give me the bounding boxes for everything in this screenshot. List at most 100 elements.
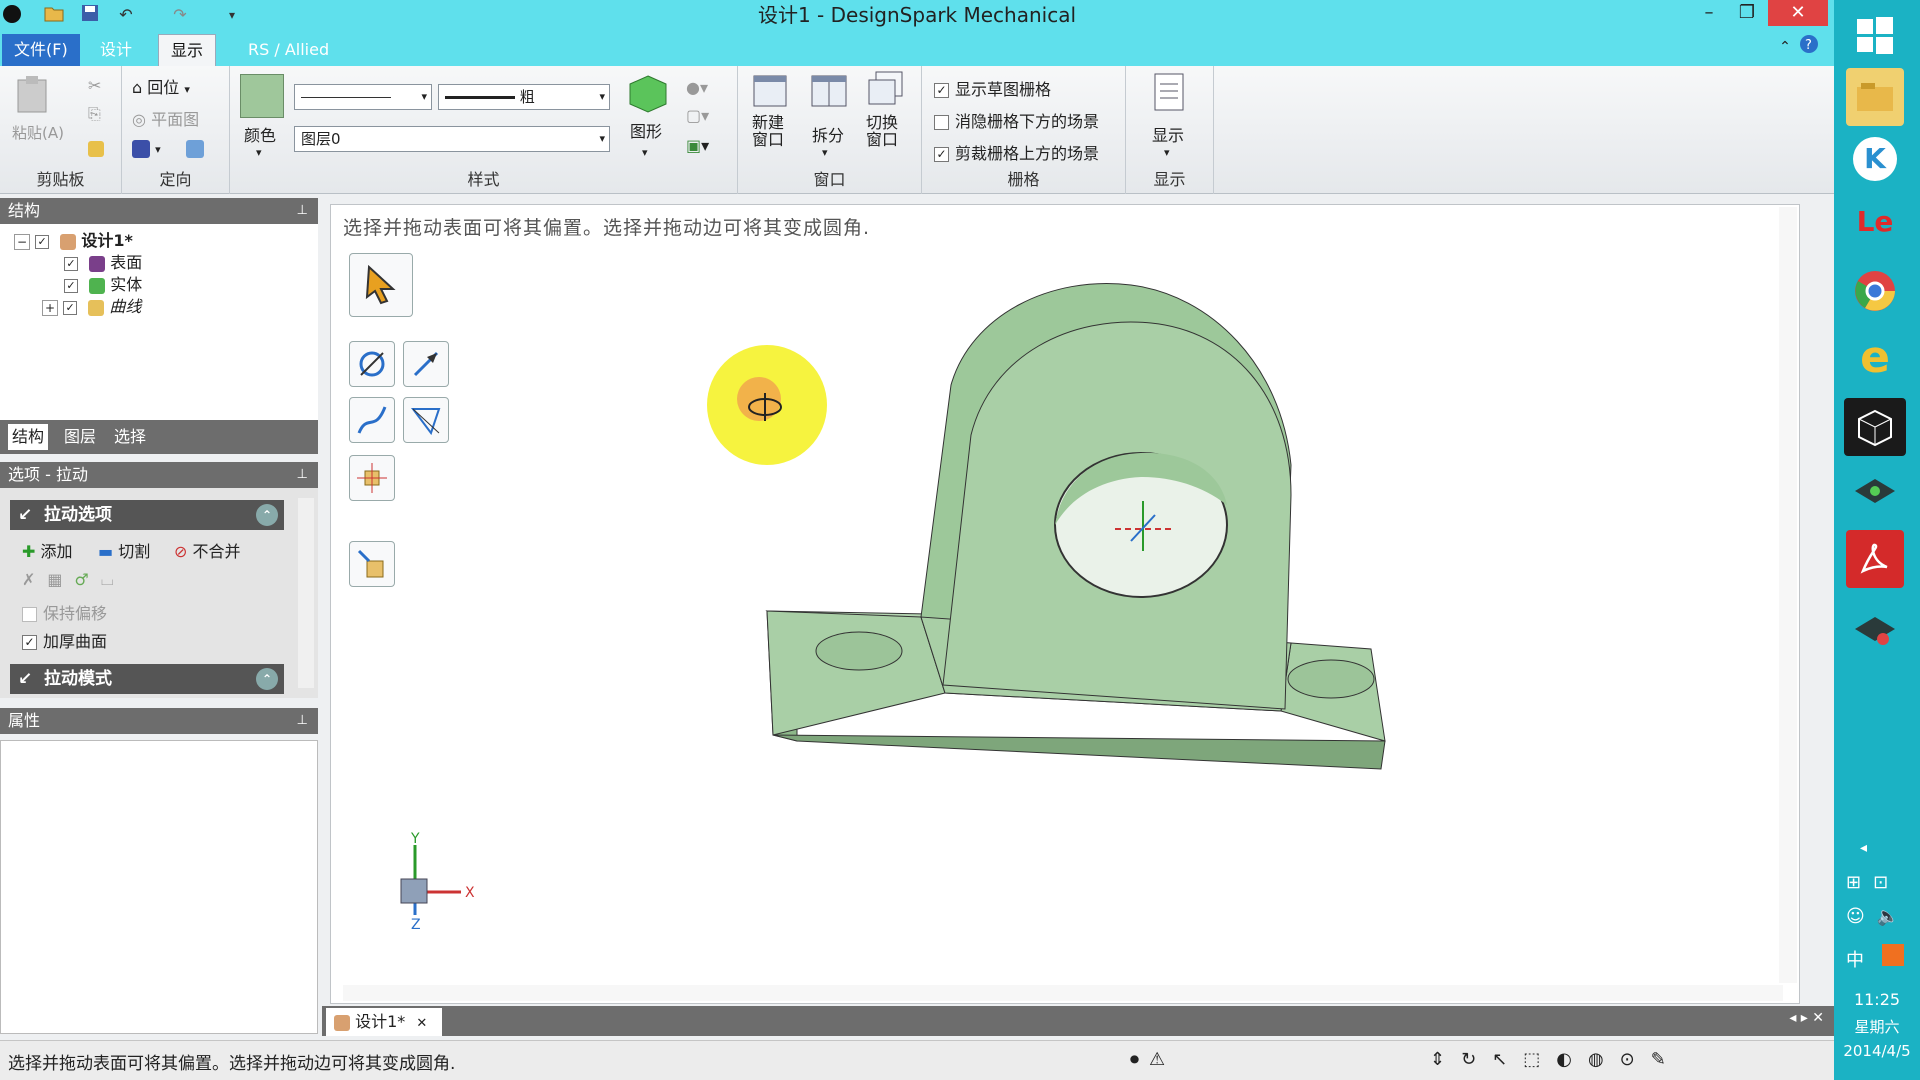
pull-options-section[interactable]: ↙ 拉动选项 ⌃ [10, 500, 284, 530]
split-dropdown-icon[interactable]: ▾ [822, 146, 828, 159]
tab-structure[interactable]: 结构 [8, 424, 49, 450]
triad-y-label: Y [410, 831, 420, 847]
internet-explorer-icon[interactable]: e [1846, 328, 1904, 386]
home-view-button[interactable]: ⌂ 回位 ▾ [132, 74, 190, 98]
switch-window-label: 切换 窗口 [866, 113, 899, 149]
recorder-icon[interactable] [1846, 604, 1904, 662]
tray-network-icons[interactable]: ⊞⊡ [1846, 872, 1900, 893]
options-panel: ↙ 拉动选项 ⌃ ✚ 添加 ▬ 切割 ⊘ 不合并 ✗▦♂⌴ 保持偏移 ✓ 加厚曲面… [0, 488, 318, 698]
checkbox-checked-icon[interactable]: ✓ [35, 234, 50, 249]
triad-x-label: X [465, 885, 475, 901]
design-viewport[interactable]: 选择并拖动表面可将其偏置。选择并拖动边可将其变成圆角. Y X Z [330, 204, 1800, 1004]
transparency-icon[interactable]: ▢▾ [686, 106, 709, 125]
color-dropdown-icon[interactable]: ▾ [256, 146, 262, 159]
view-cube-button[interactable]: ▾ [132, 138, 161, 158]
tab-layers[interactable]: 图层 [60, 424, 100, 450]
pin-icon[interactable]: ⊥ [297, 708, 308, 734]
orient-group: ⌂ 回位 ▾ ◎ 平面图 ▾ 定向 [122, 66, 230, 194]
ime-indicator[interactable]: 中 [1846, 946, 1864, 972]
acrobat-icon[interactable] [1846, 530, 1904, 588]
chrome-icon[interactable] [1846, 262, 1904, 320]
cut-option-icon: ▬ [98, 542, 114, 561]
viewport-horizontal-scrollbar[interactable] [343, 985, 1783, 1001]
viewport-vertical-scrollbar[interactable] [1779, 207, 1797, 983]
checkbox-checked-icon[interactable]: ✓ [63, 300, 78, 315]
checkbox-checked-icon: ✓ [934, 147, 949, 162]
close-button[interactable]: ✕ [1768, 0, 1828, 26]
document-tab[interactable]: 设计1* ✕ [326, 1008, 442, 1036]
cut-option-button[interactable]: ▬ 切割 [98, 538, 150, 562]
format-painter-icon[interactable] [88, 138, 104, 157]
display-dropdown-icon[interactable]: ▾ [1164, 146, 1170, 159]
part-canvas[interactable]: Y X Z [331, 205, 1801, 1005]
help-icon[interactable]: ? [1796, 34, 1822, 60]
layer-select[interactable]: 图层0 ▾ [294, 126, 610, 152]
home-icon: ⌂ [132, 78, 143, 97]
collapse-section-icon[interactable]: ⌃ [256, 668, 278, 690]
keep-offset-checkbox[interactable]: 保持偏移 [22, 600, 107, 624]
new-window-button[interactable] [752, 74, 788, 112]
restore-button[interactable]: ❐ [1724, 0, 1770, 26]
tray-volume-icons[interactable]: ☺🔈 [1846, 906, 1911, 927]
checkbox-checked-icon[interactable]: ✓ [64, 256, 78, 271]
clock-time[interactable]: 11:25 [1834, 990, 1920, 1009]
line-style-select[interactable]: ▾ [294, 84, 432, 110]
start-icon[interactable] [1846, 6, 1904, 64]
split-button[interactable] [810, 74, 848, 112]
design-icon [334, 1014, 350, 1031]
design-icon [60, 233, 77, 250]
switch-window-button[interactable] [866, 70, 906, 112]
tree-root-row[interactable]: − ✓ 设计1* [14, 230, 133, 252]
thicken-surface-checkbox[interactable]: ✓ 加厚曲面 [22, 628, 107, 652]
screen-recorder-icon[interactable] [1846, 466, 1904, 524]
tab-design[interactable]: 设计 [88, 34, 144, 66]
split-label: 拆分 [812, 126, 845, 145]
tab-selection[interactable]: 选择 [110, 424, 150, 450]
show-hidden-icons[interactable]: ◂ [1860, 840, 1867, 856]
tree-item-solid[interactable]: ✓ 实体 [64, 274, 142, 296]
hide-below-grid-checkbox[interactable]: 消隐栅格下方的场景 [934, 108, 1099, 132]
tab-rs-allied[interactable]: RS / Allied [236, 34, 341, 66]
add-icon: ✚ [22, 542, 36, 561]
base-left-flange [766, 610, 946, 736]
tree-item-surface[interactable]: ✓ 表面 [64, 252, 142, 274]
tab-nav-icons[interactable]: ◂ ▸ ✕ [1789, 1010, 1824, 1026]
file-explorer-icon[interactable] [1846, 68, 1904, 126]
window-title: 设计1 - DesignSpark Mechanical [757, 3, 1077, 27]
view-triad: Y X Z [400, 831, 475, 933]
status-tool-icons[interactable]: ⇕↻↖⬚◐◍⊙✎ [1430, 1049, 1682, 1070]
pin-icon[interactable]: ⊥ [297, 198, 308, 224]
shape-button[interactable] [628, 74, 668, 118]
line-weight-select[interactable]: 粗 ▾ [438, 84, 610, 110]
expand-icon[interactable]: + [42, 300, 59, 316]
paste-button[interactable] [14, 74, 50, 118]
copy-icon[interactable]: ⎘ [88, 104, 101, 124]
no-merge-button[interactable]: ⊘ 不合并 [174, 538, 241, 562]
pin-icon[interactable]: ⊥ [297, 462, 308, 488]
show-sketch-grid-checkbox[interactable]: ✓ 显示草图栅格 [934, 76, 1051, 100]
rotate-view-icon[interactable] [186, 138, 204, 158]
pull-mode-section[interactable]: ↙ 拉动模式 ⌃ [10, 664, 284, 694]
collapse-icon[interactable]: − [14, 234, 31, 250]
tree-item-curves[interactable]: + ✓ 曲线 [42, 296, 141, 318]
wireframe-icon[interactable]: ▣▾ [686, 136, 709, 155]
clip-above-grid-checkbox[interactable]: ✓ 剪裁栅格上方的场景 [934, 140, 1099, 164]
options-scrollbar[interactable] [298, 498, 314, 688]
add-option-button[interactable]: ✚ 添加 [22, 538, 73, 562]
le-app-icon[interactable]: Le [1846, 192, 1904, 250]
display-button[interactable] [1152, 72, 1186, 116]
plan-view-button[interactable]: ◎ 平面图 [132, 106, 199, 130]
checkbox-checked-icon[interactable]: ✓ [64, 278, 78, 293]
status-stop-warning-icons[interactable]: ⏺⚠ [1130, 1049, 1175, 1070]
designspark-icon[interactable] [1844, 398, 1906, 456]
shading-icon[interactable]: ●▾ [686, 78, 708, 97]
cut-icon[interactable]: ✂ [88, 76, 101, 95]
tab-display[interactable]: 显示 [158, 34, 217, 66]
collapse-section-icon[interactable]: ⌃ [256, 504, 278, 526]
k-app-icon[interactable]: K [1846, 130, 1904, 188]
color-swatch-button[interactable] [240, 74, 284, 118]
tab-file[interactable]: 文件(F) [2, 34, 80, 66]
shape-dropdown-icon[interactable]: ▾ [642, 146, 648, 159]
close-tab-icon[interactable]: ✕ [416, 1016, 427, 1031]
sogou-ime-icon[interactable] [1882, 944, 1904, 966]
